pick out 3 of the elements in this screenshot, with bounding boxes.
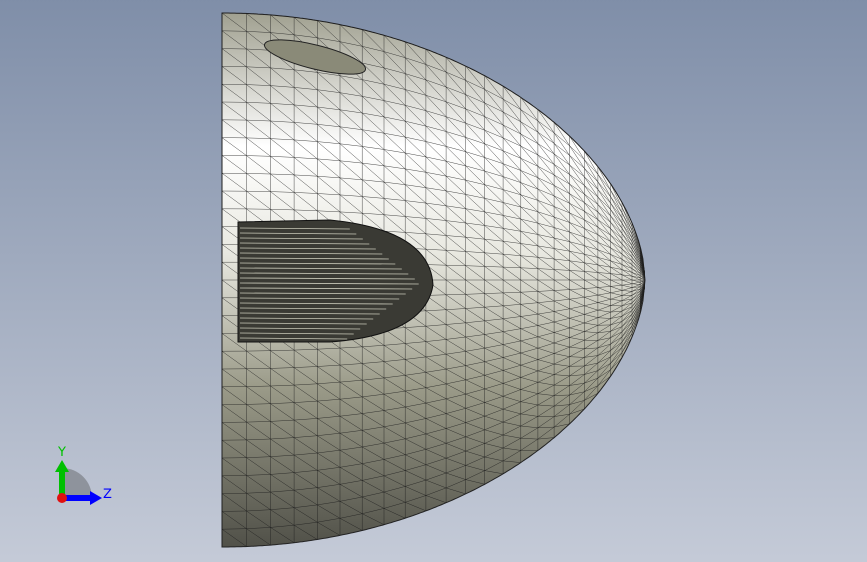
origin-dot-icon: [57, 493, 67, 503]
axis-label: Y: [58, 445, 66, 460]
axis-label: Z: [103, 487, 112, 502]
